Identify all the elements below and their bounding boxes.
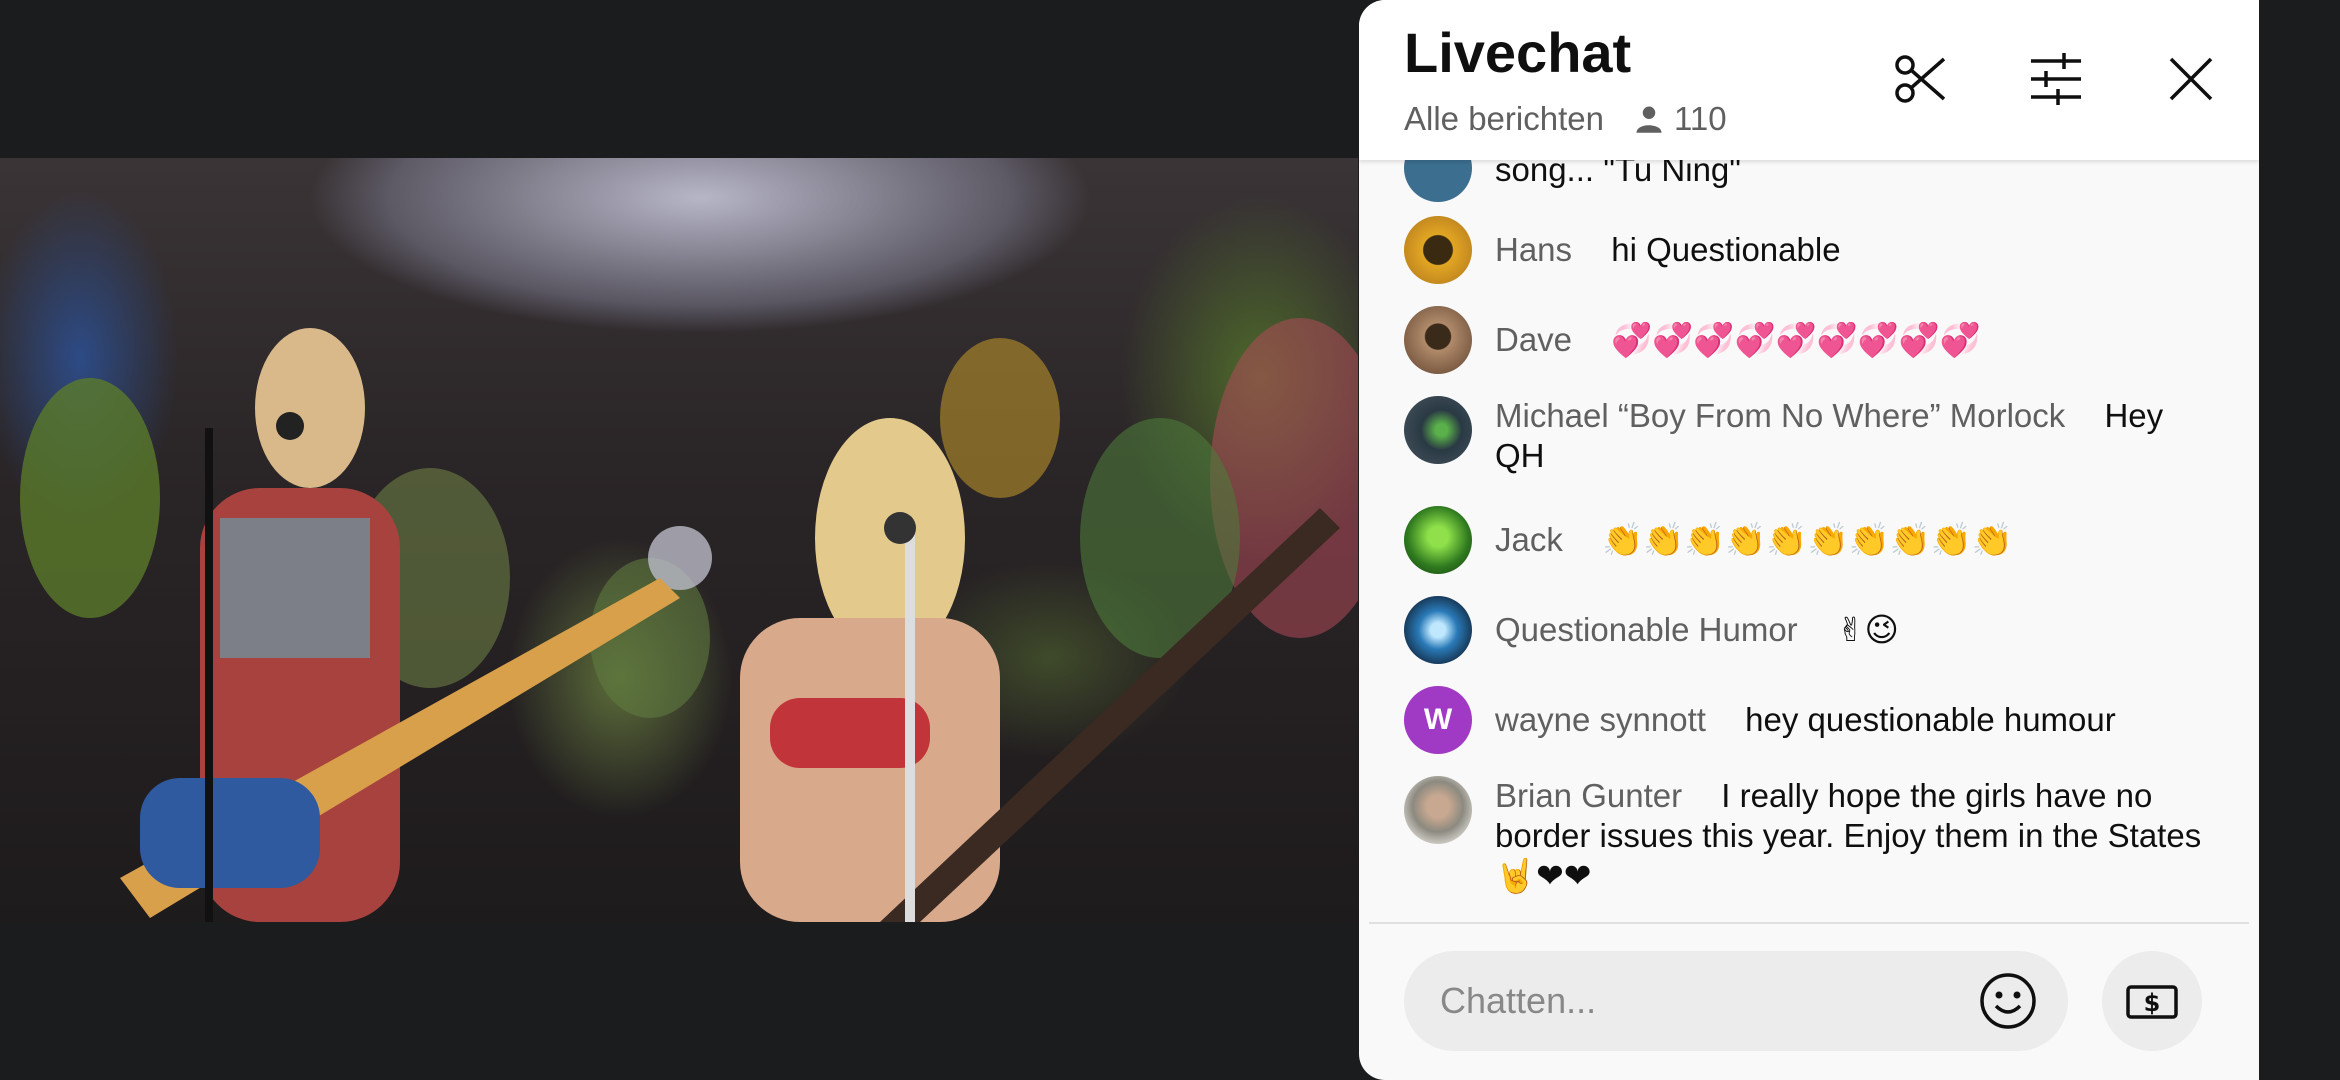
- chat-message: Brian Gunter I really hope the girls hav…: [1404, 776, 2224, 896]
- sliders-icon: [2031, 53, 2081, 105]
- chat-input-container[interactable]: [1404, 951, 2068, 1051]
- avatar: [1404, 776, 1472, 844]
- video-player[interactable]: [0, 158, 1358, 922]
- avatar: [1404, 596, 1472, 664]
- avatar: [1404, 306, 1472, 374]
- chat-message-list[interactable]: song... "Tu Ning" Hans hi Questionable D…: [1359, 160, 2259, 922]
- chat-message: Hans hi Questionable: [1404, 216, 2224, 284]
- chat-message: Questionable Humor ✌😉: [1404, 596, 2224, 664]
- avatar: [1404, 216, 1472, 284]
- livechat-panel: Livechat Alle berichten 110 song... "Tu …: [1359, 0, 2259, 1080]
- close-chat-button[interactable]: [2160, 48, 2222, 110]
- chat-title: Livechat: [1404, 21, 1632, 84]
- message-author[interactable]: Hans: [1495, 231, 1572, 268]
- chat-message: Michael “Boy From No Where” Morlock Hey …: [1404, 396, 2224, 476]
- chat-message: song... "Tu Ning": [1404, 160, 2224, 202]
- svg-text:$: $: [2144, 989, 2161, 1017]
- chat-header: Livechat Alle berichten 110: [1359, 0, 2259, 160]
- viewer-count: 110: [1673, 100, 1727, 137]
- chat-message: Dave 💞💞💞💞💞💞💞💞💞: [1404, 306, 2224, 374]
- message-text: 💞💞💞💞💞💞💞💞💞: [1611, 321, 1982, 358]
- close-icon: [2169, 57, 2213, 101]
- message-author[interactable]: Questionable Humor: [1495, 611, 1798, 648]
- stage-scene: [20, 318, 1358, 922]
- message-author[interactable]: wayne synnott: [1495, 701, 1706, 738]
- message-author[interactable]: Jack: [1495, 521, 1563, 558]
- money-icon: $: [2126, 985, 2178, 1019]
- chat-message: Jack 👏👏👏👏👏👏👏👏👏👏: [1404, 506, 2224, 574]
- emoji-icon[interactable]: [1978, 971, 2038, 1031]
- message-author[interactable]: Michael “Boy From No Where” Morlock: [1495, 397, 2065, 434]
- clip-button[interactable]: [1889, 48, 1951, 110]
- message-author[interactable]: Dave: [1495, 321, 1572, 358]
- input-divider: [1369, 922, 2249, 924]
- message-text: ✌😉: [1836, 611, 1899, 648]
- chat-subtitle: Alle berichten 110: [1404, 100, 1727, 138]
- person-icon: [1636, 106, 1662, 133]
- avatar-letter: W: [1423, 703, 1453, 736]
- chat-settings-button[interactable]: [2025, 48, 2087, 110]
- avatar: W: [1404, 686, 1472, 754]
- message-text: 👏👏👏👏👏👏👏👏👏👏: [1602, 521, 2013, 558]
- message-text: song... "Tu Ning": [1495, 160, 1741, 188]
- message-text: hi Questionable: [1611, 231, 1841, 268]
- avatar: [1404, 506, 1472, 574]
- message-text: hey questionable humour: [1745, 701, 2116, 738]
- chat-input[interactable]: [1438, 979, 1962, 1023]
- message-author[interactable]: Brian Gunter: [1495, 777, 1682, 814]
- avatar: [1404, 396, 1472, 464]
- scissors-icon: [1895, 55, 1946, 103]
- avatar: [1404, 160, 1472, 202]
- super-chat-button[interactable]: $: [2102, 951, 2202, 1051]
- chat-filter-label[interactable]: Alle berichten: [1404, 100, 1604, 138]
- chat-message: W wayne synnott hey questionable humour: [1404, 686, 2224, 754]
